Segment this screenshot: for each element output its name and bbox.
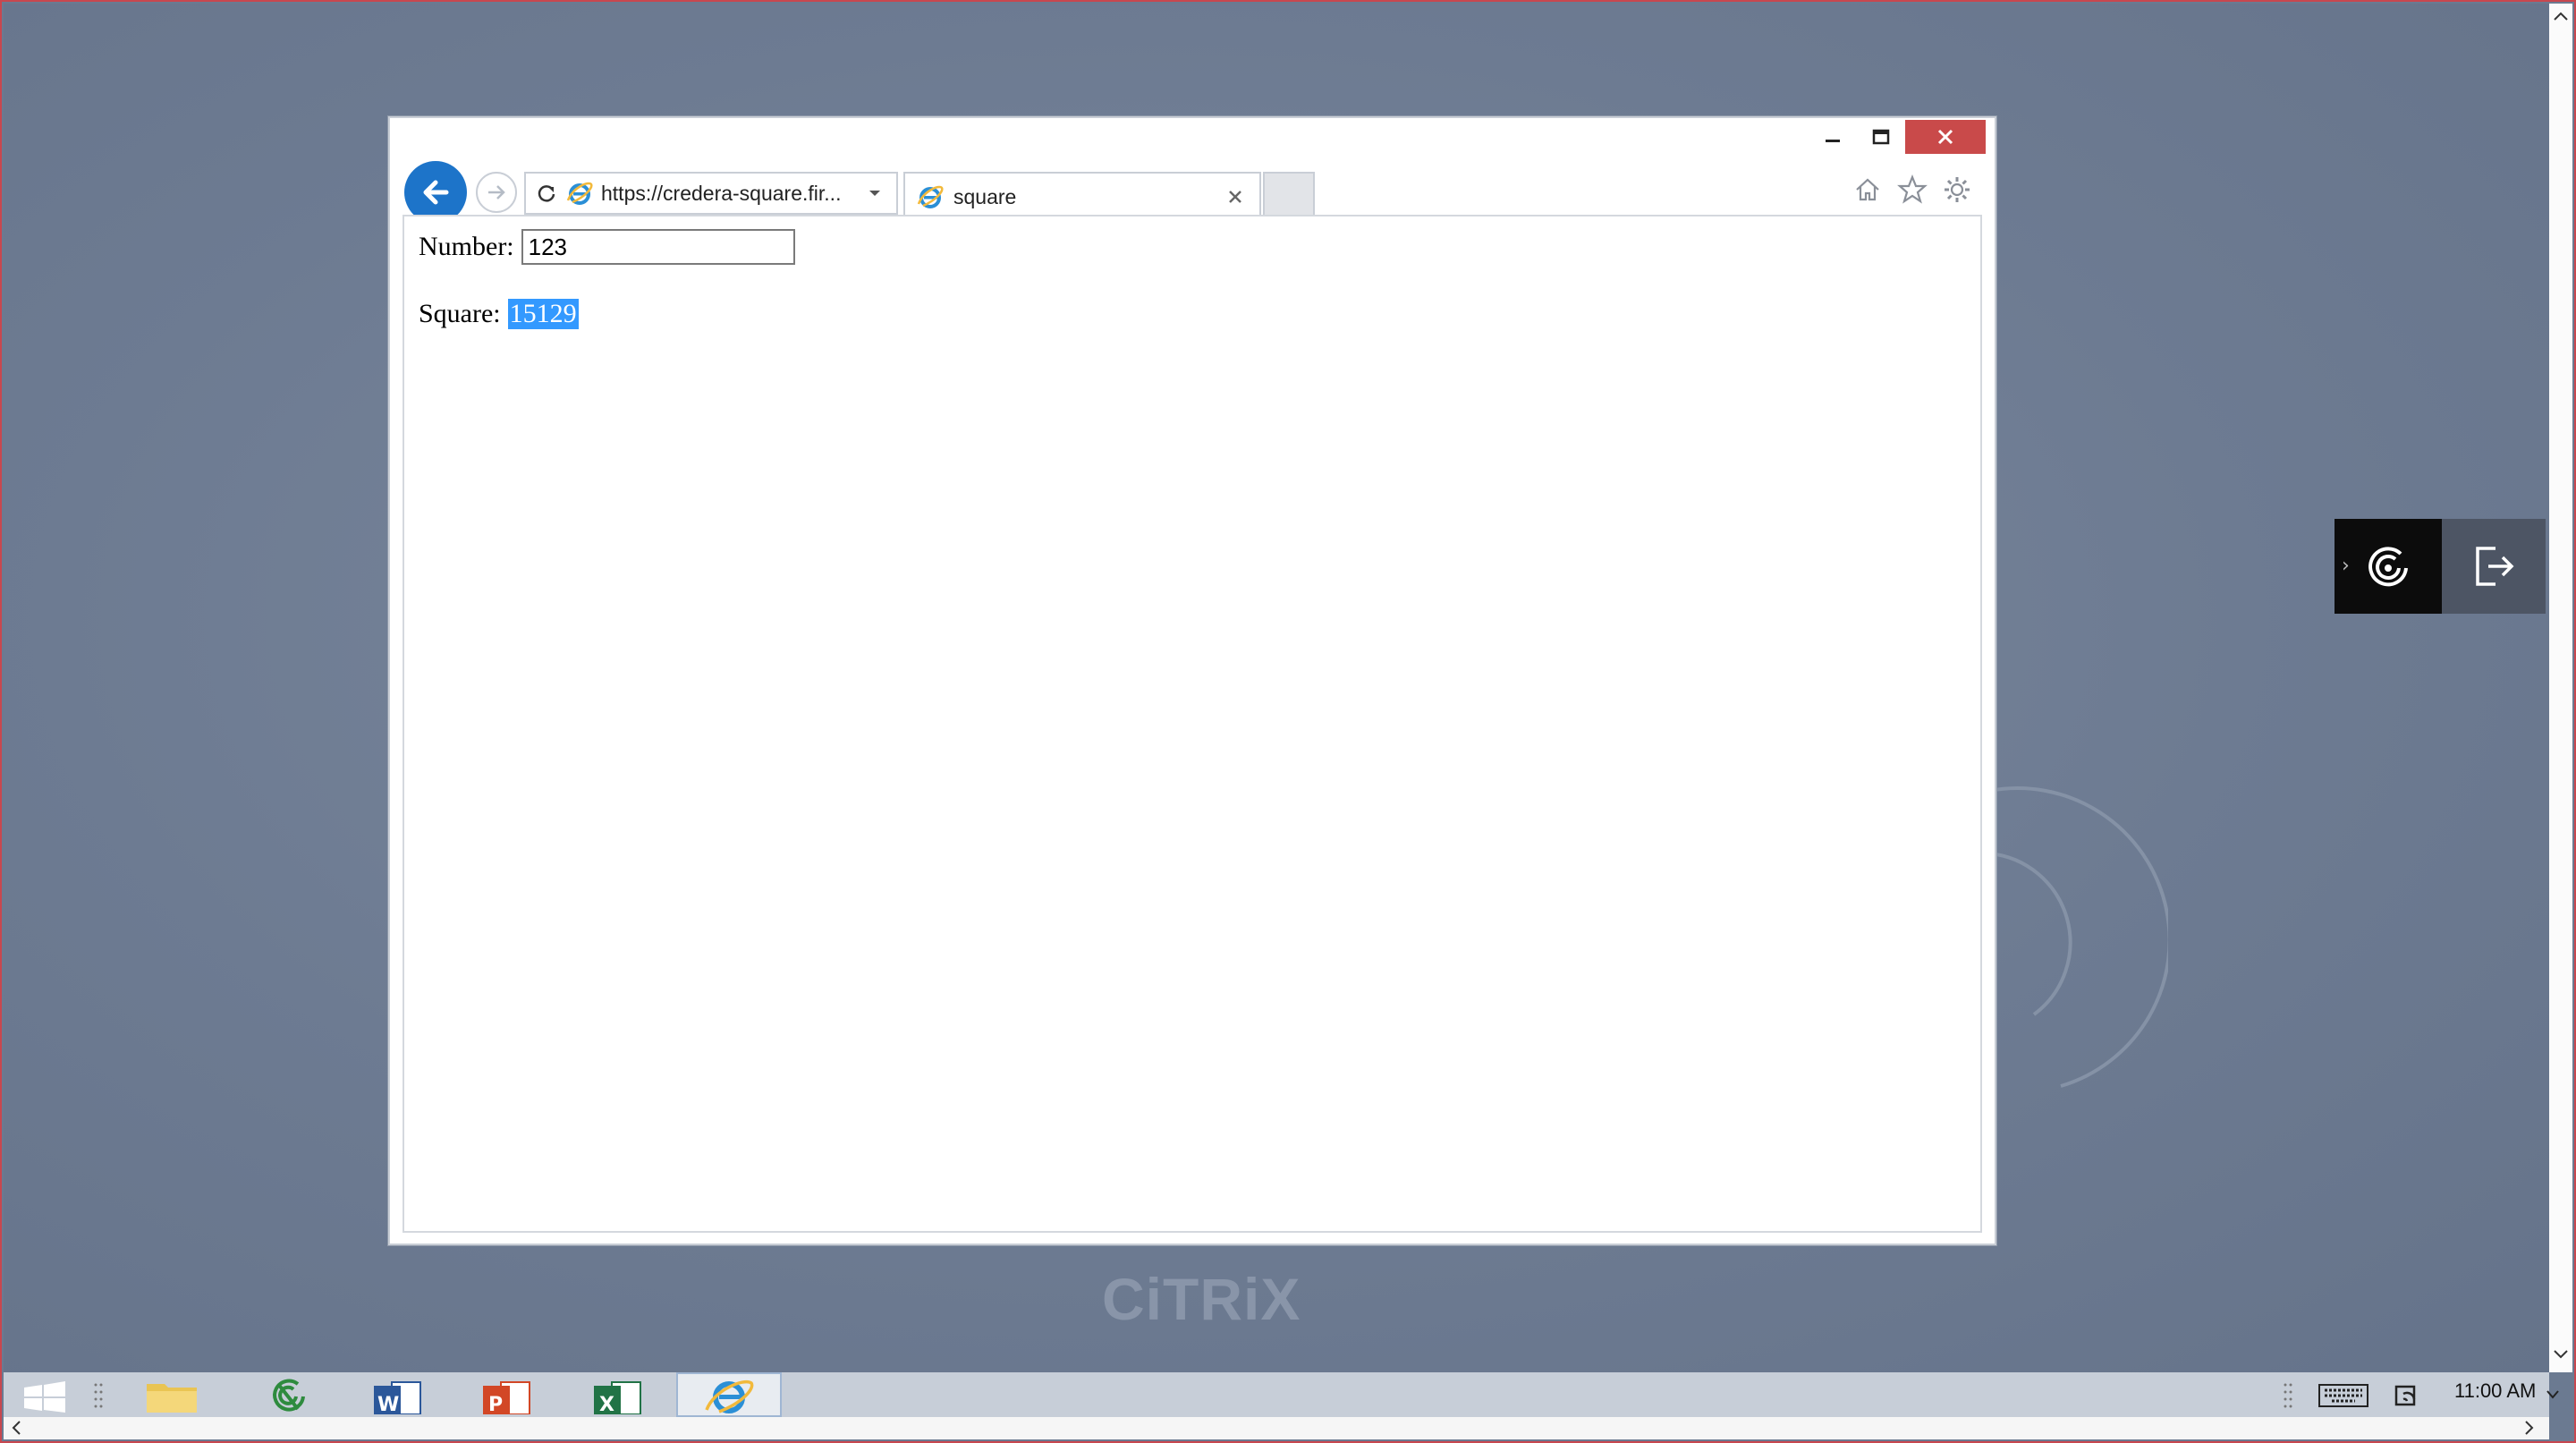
chevron-down-icon: [2554, 1350, 2568, 1359]
back-arrow-icon: [423, 180, 449, 205]
internet-explorer-taskbar-button[interactable]: [676, 1372, 782, 1417]
touch-keyboard-button[interactable]: [2315, 1372, 2372, 1417]
disconnect-button[interactable]: [2442, 519, 2546, 614]
citrix-receiver-taskbar-button[interactable]: [254, 1372, 322, 1417]
tools-button[interactable]: [1941, 174, 1973, 206]
chevron-right-icon: ›: [2342, 555, 2350, 577]
new-tab-button[interactable]: [1263, 172, 1315, 220]
forward-button[interactable]: [476, 172, 517, 213]
close-icon: [1229, 191, 1241, 203]
square-label: Square:: [419, 299, 501, 328]
tab-square[interactable]: square: [903, 172, 1261, 220]
number-label: Number:: [419, 232, 514, 261]
citrix-toolbar: ›: [2334, 519, 2546, 614]
svg-text:X: X: [599, 1394, 614, 1414]
forward-arrow-icon: [488, 185, 505, 199]
chevron-down-icon: [2546, 1390, 2559, 1399]
favorites-button[interactable]: [1896, 174, 1928, 206]
excel-button[interactable]: X: [583, 1372, 651, 1417]
word-button[interactable]: W: [363, 1372, 431, 1417]
show-more-button[interactable]: [2544, 1372, 2562, 1417]
svg-text:P: P: [488, 1394, 503, 1414]
browser-window: https://credera-square.fir... square Num…: [388, 116, 1996, 1245]
file-explorer-icon: [147, 1384, 197, 1413]
logout-icon: [2476, 547, 2514, 586]
excel-icon: X: [594, 1381, 641, 1414]
vertical-scrollbar[interactable]: [2549, 4, 2572, 1372]
network-icon: [2394, 1385, 2416, 1406]
taskbar-grip-icon: [2284, 1383, 2292, 1408]
chevron-right-icon: [2525, 1421, 2534, 1435]
citrix-watermark: CiTRiX: [1102, 1266, 1301, 1332]
home-button[interactable]: [1852, 174, 1884, 206]
internet-explorer-icon: [566, 182, 593, 205]
address-url-text: https://credera-square.fir...: [601, 181, 842, 205]
chevron-down-icon: [869, 191, 880, 196]
window-controls: [1809, 120, 1986, 156]
minimize-icon: [1826, 140, 1840, 142]
tab-title: square: [953, 184, 1017, 208]
system-clock[interactable]: 11:00 AM: [2454, 1379, 2536, 1403]
powerpoint-icon: P: [483, 1381, 530, 1414]
home-icon: [1856, 178, 1879, 201]
file-explorer-button[interactable]: [138, 1372, 206, 1417]
taskbar: W P X 11:00 AM: [4, 1372, 2559, 1417]
square-value: 15129: [507, 299, 579, 329]
svg-text:W: W: [377, 1394, 399, 1414]
citrix-receiver-button[interactable]: ›: [2334, 519, 2442, 614]
scroll-left-button[interactable]: [7, 1419, 25, 1437]
square-row: Square: 15129: [419, 299, 579, 329]
scroll-right-button[interactable]: [2521, 1419, 2538, 1437]
gear-icon: [1945, 177, 1970, 202]
address-dropdown-button[interactable]: [864, 182, 886, 204]
page-content: Number: 123 Square: 15129: [402, 215, 1982, 1233]
close-tab-button[interactable]: [1222, 183, 1249, 210]
internet-explorer-icon: [705, 1379, 754, 1413]
close-icon: [1937, 129, 1953, 145]
horizontal-scrollbar[interactable]: [4, 1417, 2549, 1439]
keyboard-icon: [2318, 1384, 2368, 1407]
windows-start-icon: [24, 1381, 65, 1413]
internet-explorer-icon: [917, 185, 944, 208]
maximize-icon: [1872, 129, 1890, 145]
scroll-down-button[interactable]: [2553, 1345, 2569, 1363]
number-row: Number: 123: [419, 229, 795, 265]
word-icon: W: [374, 1381, 421, 1414]
browser-toolbar: [1852, 174, 1973, 206]
network-status-button[interactable]: [2390, 1372, 2426, 1417]
close-window-button[interactable]: [1905, 120, 1986, 154]
star-icon: [1897, 174, 1928, 204]
address-bar[interactable]: https://credera-square.fir...: [524, 172, 898, 215]
chevron-up-icon: [2554, 12, 2568, 21]
refresh-button[interactable]: [533, 180, 560, 207]
refresh-icon: [538, 185, 555, 202]
chevron-left-icon: [12, 1421, 21, 1435]
citrix-swirl-icon: [2368, 547, 2408, 587]
citrix-receiver-icon: [273, 1379, 305, 1412]
number-input[interactable]: 123: [521, 229, 795, 265]
minimize-button[interactable]: [1809, 120, 1857, 154]
taskbar-grip-icon: [94, 1383, 103, 1408]
scroll-up-button[interactable]: [2553, 7, 2569, 25]
maximize-button[interactable]: [1857, 120, 1905, 154]
powerpoint-button[interactable]: P: [472, 1372, 540, 1417]
start-button[interactable]: [20, 1372, 70, 1417]
